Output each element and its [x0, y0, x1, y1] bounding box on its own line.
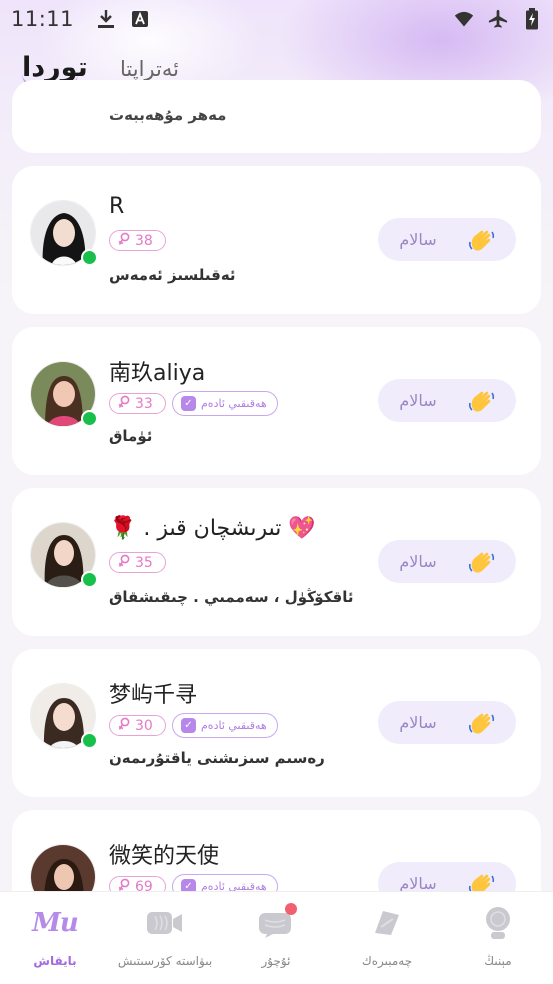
nav-circle[interactable]: چەمبىرەك [332, 892, 442, 984]
nav-label: بىۋاستە كۆرسىتىش [117, 954, 213, 968]
avatar[interactable] [30, 361, 98, 427]
nav-label: بايقاش [33, 954, 77, 968]
user-card[interactable]: R 38 ئەقىلسىز ئەمەس سالام [12, 166, 541, 314]
verified-tag: ✓ ھەقىقىي ئادەم [172, 713, 278, 738]
age-tag: 30 [109, 715, 166, 736]
avatar[interactable] [30, 522, 98, 588]
say-hello-button[interactable]: سالام [378, 540, 516, 583]
nav-label: ئۇچۇر [261, 954, 291, 968]
airplane-icon [488, 9, 508, 29]
nav-discover[interactable]: Mu بايقاش [0, 892, 110, 984]
status-bar: 11:11 [0, 0, 553, 38]
waving-hand-icon [467, 387, 495, 415]
user-name: R [109, 194, 125, 219]
say-hello-button[interactable]: سالام [378, 379, 516, 422]
user-card[interactable]: 梦屿千寻 30 ✓ ھەقىقىي ئادەم رەسىم سىزىشنى يا… [12, 649, 541, 797]
hello-label: سالام [399, 391, 437, 410]
say-hello-button[interactable]: سالام [378, 218, 516, 261]
battery-icon [522, 8, 542, 30]
verified-check-icon: ✓ [181, 396, 196, 411]
user-bio: ئاقكۆڭۈل ، سەممىي . چىقىشقاق [109, 588, 354, 606]
user-bio: ئەقىلسىز ئەمەس [109, 266, 236, 284]
nav-profile[interactable]: مېنىڭ [443, 892, 553, 984]
female-icon [118, 554, 130, 572]
online-indicator [81, 732, 98, 749]
nav-label: چەمبىرەك [361, 954, 413, 968]
hello-label: سالام [399, 713, 437, 732]
mu-logo-text: Mu [32, 908, 79, 938]
tab-nearby-area[interactable]: ئەتراپتا [120, 57, 179, 81]
waving-hand-icon [467, 709, 495, 737]
verified-label: ھەقىقىي ئادەم [201, 719, 267, 732]
download-icon [96, 9, 116, 29]
female-icon [118, 232, 130, 250]
nav-label: مېنىڭ [484, 954, 512, 968]
user-name: 微笑的天使 [109, 844, 220, 869]
hello-label: سالام [399, 552, 437, 571]
tab-nearby-online[interactable]: توردا [22, 52, 88, 83]
video-camera-icon [146, 906, 184, 940]
verified-tag: ✓ ھەقىقىي ئادەم [172, 391, 278, 416]
user-bio: مەھر مۇھەببەت [109, 106, 227, 124]
user-name: 南玖aliya [109, 361, 206, 386]
verified-label: ھەقىقىي ئادەم [201, 397, 267, 410]
user-bio: ئۈماق [109, 427, 153, 445]
avatar[interactable] [30, 200, 98, 266]
compass-icon [371, 906, 403, 940]
bottom-navigation: Mu بايقاش بىۋاستە كۆرسىتىش ئۇچۇر چەمبىرە… [0, 891, 553, 984]
user-card[interactable]: 🌹 . تىرىشچان قىز 💖 35 ئاقكۆڭۈل ، سەممىي … [12, 488, 541, 636]
user-name: 梦屿千寻 [109, 683, 198, 708]
profile-icon [482, 906, 514, 940]
age-tag: 35 [109, 552, 166, 573]
user-card[interactable]: 南玖aliya 33 ✓ ھەقىقىي ئادەم ئۈماق سالام [12, 327, 541, 475]
nav-messages[interactable]: ئۇچۇر [221, 892, 331, 984]
mu-logo-icon: Mu [32, 906, 79, 940]
online-indicator [81, 249, 98, 266]
hello-label: سالام [399, 230, 437, 249]
online-indicator [81, 571, 98, 588]
age-tag: 38 [109, 230, 166, 251]
status-time: 11:11 [11, 7, 75, 31]
waving-hand-icon [467, 226, 495, 254]
verified-check-icon: ✓ [181, 718, 196, 733]
user-bio: رەسىم سىزىشنى ياقتۇرىمەن [109, 749, 325, 767]
notification-badge [285, 903, 297, 915]
avatar[interactable] [30, 683, 98, 749]
age-value: 33 [135, 395, 153, 412]
female-icon [118, 395, 130, 413]
age-tag: 33 [109, 393, 166, 414]
online-indicator [81, 410, 98, 427]
nav-live[interactable]: بىۋاستە كۆرسىتىش [110, 892, 220, 984]
user-card-partial[interactable]: مەھر مۇھەببەت [12, 80, 541, 153]
age-value: 30 [135, 717, 153, 734]
female-icon [118, 717, 130, 735]
wifi-icon [454, 9, 474, 29]
waving-hand-icon [467, 548, 495, 576]
age-value: 38 [135, 232, 153, 249]
user-name: 🌹 . تىرىشچان قىز 💖 [109, 516, 316, 541]
font-a-icon [130, 9, 150, 29]
say-hello-button[interactable]: سالام [378, 701, 516, 744]
age-value: 35 [135, 554, 153, 571]
